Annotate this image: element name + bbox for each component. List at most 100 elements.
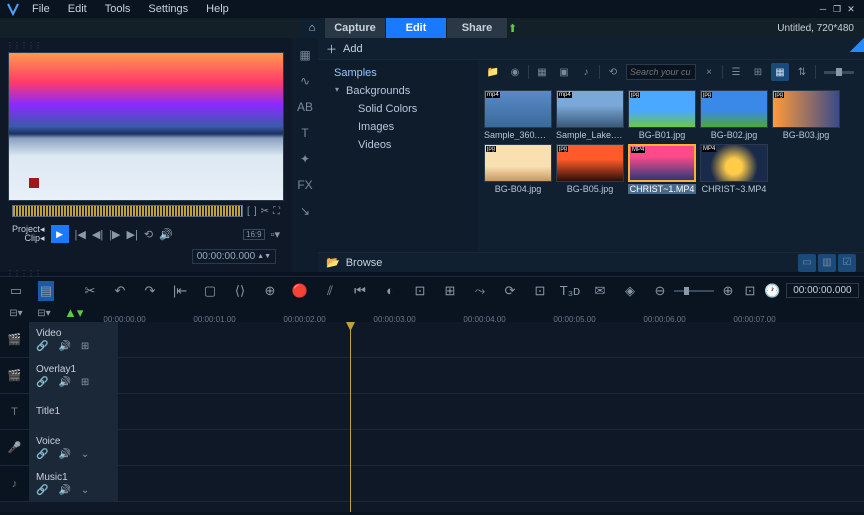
undo-icon[interactable]: ↶: [112, 281, 128, 301]
ripple-icon[interactable]: |⇤: [172, 281, 188, 301]
fit-icon[interactable]: ⊡: [742, 281, 758, 301]
filter-icon[interactable]: FX: [296, 176, 314, 194]
graphic-icon[interactable]: ✦: [296, 150, 314, 168]
filter-all-icon[interactable]: ▦: [533, 63, 551, 81]
thumb-item[interactable]: MP4CHRIST~3.MP4: [700, 144, 768, 194]
expand-icon[interactable]: ⛶: [273, 206, 280, 217]
preview-split-icon[interactable]: ▫▾: [271, 228, 280, 241]
prev-frame-icon[interactable]: ◀|: [92, 228, 103, 241]
footer-options-icon[interactable]: ☑: [838, 254, 856, 272]
tools-icon[interactable]: ✂: [82, 281, 98, 301]
track-video[interactable]: 🎬 Video🔗🔊⊞: [0, 322, 864, 358]
slip-icon[interactable]: ⟨⟩: [232, 281, 248, 301]
mark-in-icon[interactable]: [: [247, 206, 250, 217]
color-icon[interactable]: 🔴: [292, 281, 308, 301]
footer-view1-icon[interactable]: ▭: [798, 254, 816, 272]
menu-help[interactable]: Help: [198, 1, 237, 17]
track-music[interactable]: ♪ Music1🔗🔊⌄: [0, 466, 864, 502]
view-thumb-icon[interactable]: ▦: [771, 63, 789, 81]
track-manager-icon[interactable]: ⊟▾: [8, 303, 24, 323]
zoom-slider[interactable]: [674, 290, 714, 292]
tree-solid-colors[interactable]: Solid Colors: [318, 100, 478, 118]
tab-capture[interactable]: Capture: [325, 18, 385, 38]
mark-out-icon[interactable]: ]: [254, 206, 257, 217]
link-icon[interactable]: 🔗: [36, 341, 48, 352]
menu-file[interactable]: File: [24, 1, 58, 17]
menu-settings[interactable]: Settings: [140, 1, 196, 17]
next-frame-icon[interactable]: |▶: [109, 228, 120, 241]
view-detail-icon[interactable]: ⊞: [749, 63, 767, 81]
mute-icon[interactable]: 🔊: [58, 377, 70, 388]
media-icon[interactable]: ▦: [296, 46, 314, 64]
split-icon[interactable]: ✂: [261, 206, 269, 217]
menu-edit[interactable]: Edit: [60, 1, 95, 17]
track-overlay[interactable]: 🎬 Overlay1🔗🔊⊞: [0, 358, 864, 394]
preview-timecode[interactable]: 00:00:00.000 ▲▼: [192, 249, 276, 264]
3d-title-icon[interactable]: T₃ᴅ: [562, 281, 578, 301]
restore-icon[interactable]: ❐: [832, 4, 842, 14]
clear-search-icon[interactable]: ×: [700, 63, 718, 81]
subtitle-icon[interactable]: ✉: [592, 281, 608, 301]
link-icon[interactable]: 🔗: [36, 449, 48, 460]
redo-icon[interactable]: ↷: [142, 281, 158, 301]
chapter-icon[interactable]: ◈: [622, 281, 638, 301]
slide-icon[interactable]: ⊕: [262, 281, 278, 301]
expand-icon[interactable]: ⌄: [81, 449, 89, 460]
filter-photo-icon[interactable]: ▣: [555, 63, 573, 81]
title-icon[interactable]: T: [296, 124, 314, 142]
zoom-in-icon[interactable]: ⊕: [720, 281, 736, 301]
tab-home[interactable]: ⌂: [300, 18, 324, 38]
thumb-item[interactable]: mp4Sample_360.mp4: [484, 90, 552, 140]
thumb-size-slider[interactable]: [824, 71, 854, 74]
aspect-ratio[interactable]: 16:9: [243, 229, 265, 240]
add-button[interactable]: ＋Add: [326, 41, 363, 57]
import-icon[interactable]: 📁: [484, 63, 502, 81]
preview-viewport[interactable]: [8, 52, 284, 201]
minimize-icon[interactable]: ─: [818, 4, 828, 14]
go-end-icon[interactable]: ▶|: [127, 228, 138, 241]
transition-icon[interactable]: AB: [296, 98, 314, 116]
thumb-item[interactable]: jpgBG-B04.jpg: [484, 144, 552, 194]
search-input[interactable]: [626, 64, 696, 80]
tab-edit[interactable]: Edit: [386, 18, 446, 38]
lock-icon[interactable]: ⊞: [81, 377, 89, 388]
timeline-timecode[interactable]: 00:00:00.000: [786, 283, 858, 298]
tree-videos[interactable]: Videos: [318, 136, 478, 154]
thumb-item[interactable]: jpgBG-B03.jpg: [772, 90, 840, 140]
grid-icon[interactable]: ⊞: [442, 281, 458, 301]
tab-share[interactable]: Share: [447, 18, 507, 38]
mask-icon[interactable]: ◐: [382, 281, 398, 301]
collapse-icon[interactable]: ▾: [335, 85, 339, 94]
snap-icon[interactable]: ▢: [202, 281, 218, 301]
capture-icon[interactable]: ◉: [506, 63, 524, 81]
link-icon[interactable]: 🔗: [36, 485, 48, 496]
zoom-out-icon[interactable]: ⊖: [652, 281, 668, 301]
refresh-icon[interactable]: ⟲: [604, 63, 622, 81]
footer-view2-icon[interactable]: ▥: [818, 254, 836, 272]
thumb-item[interactable]: jpgBG-B02.jpg: [700, 90, 768, 140]
crop-icon[interactable]: ⊡: [412, 281, 428, 301]
menu-tools[interactable]: Tools: [97, 1, 139, 17]
thumb-item[interactable]: MP4CHRIST~1.MP4: [628, 144, 696, 194]
view-list-icon[interactable]: ☰: [727, 63, 745, 81]
sound-icon[interactable]: ∿: [296, 72, 314, 90]
lock-icon[interactable]: ⊞: [81, 341, 89, 352]
corner-toggle-icon[interactable]: [850, 38, 864, 52]
timeline-mode-icon[interactable]: ▤: [38, 281, 54, 301]
play-button[interactable]: ▶: [51, 225, 69, 243]
expand-icon[interactable]: ⌄: [81, 485, 89, 496]
sort-icon[interactable]: ⇅: [793, 63, 811, 81]
track-voice[interactable]: 🎤 Voice🔗🔊⌄: [0, 430, 864, 466]
tree-samples[interactable]: Samples: [318, 64, 478, 82]
speed-icon[interactable]: ⫽: [322, 281, 338, 301]
motion-icon[interactable]: ⤳: [472, 281, 488, 301]
clock-icon[interactable]: 🕐: [764, 281, 780, 301]
grip-icon[interactable]: ⋮⋮⋮⋮⋮: [6, 44, 286, 48]
link-icon[interactable]: 🔗: [36, 377, 48, 388]
scrub-bar[interactable]: [12, 205, 243, 217]
sync-icon[interactable]: ⟳: [502, 281, 518, 301]
track-title[interactable]: T Title1: [0, 394, 864, 430]
go-start-icon[interactable]: |◀: [75, 228, 86, 241]
browse-button[interactable]: 📂Browse: [326, 256, 382, 269]
path-icon[interactable]: ↘: [296, 202, 314, 220]
